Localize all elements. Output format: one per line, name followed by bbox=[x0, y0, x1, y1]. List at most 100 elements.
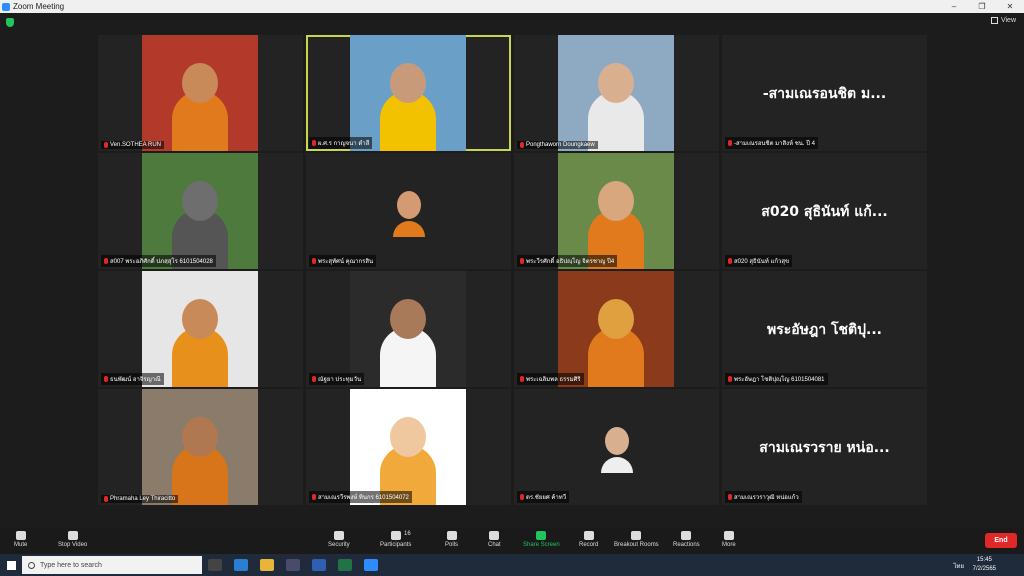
muted-microphone-icon bbox=[312, 494, 316, 500]
muted-microphone-icon bbox=[312, 258, 316, 264]
zoom-taskbar-icon[interactable] bbox=[364, 559, 378, 571]
participant-tile[interactable]: พระเฉลิมพล ธรรมศิริ bbox=[514, 271, 719, 387]
minimize-button[interactable]: – bbox=[940, 0, 968, 13]
participant-head bbox=[598, 299, 634, 339]
polls-label: Polls bbox=[445, 542, 459, 548]
participant-tile[interactable]: Phramaha Ley Thiracitto bbox=[98, 389, 303, 505]
end-meeting-button[interactable]: End bbox=[985, 533, 1017, 548]
more-button[interactable]: More bbox=[722, 531, 736, 548]
breakout-rooms-button[interactable]: Breakout Rooms bbox=[614, 531, 659, 548]
security-button[interactable]: Security bbox=[328, 531, 350, 548]
participant-name: พระสุทัศน์ คุณากรสิน bbox=[318, 259, 374, 265]
participant-video bbox=[350, 35, 466, 151]
participant-name-label: สามเณรวีรพงษ์ ทินกร 6101504072 bbox=[309, 491, 412, 503]
camera-icon bbox=[67, 531, 78, 540]
word-icon[interactable] bbox=[312, 559, 326, 571]
participant-head bbox=[182, 417, 218, 457]
participant-name-label: ส020 สุธินันท์ แก้วสุข bbox=[725, 255, 793, 267]
participant-tile[interactable]: สามเณรวราย หน่อ... สามเณรวราวุฒิ หน่อแก้ว bbox=[722, 389, 927, 505]
record-button[interactable]: Record bbox=[579, 531, 598, 548]
participant-tile[interactable]: ส007 พระอภิศักดิ์ ปภสฺสุโร 6101504028 bbox=[98, 153, 303, 269]
excel-icon[interactable] bbox=[338, 559, 352, 571]
edge-icon[interactable] bbox=[234, 559, 248, 571]
maximize-button[interactable]: ❐ bbox=[968, 0, 996, 13]
participants-label: Participants bbox=[380, 542, 412, 548]
window-title: Zoom Meeting bbox=[13, 2, 65, 11]
share-screen-button[interactable]: Share Screen bbox=[523, 531, 560, 548]
store-icon[interactable] bbox=[286, 559, 300, 571]
polls-button[interactable]: Polls bbox=[445, 531, 458, 548]
task-view-icon[interactable] bbox=[208, 559, 222, 571]
close-button[interactable]: ✕ bbox=[996, 0, 1024, 13]
record-icon bbox=[583, 531, 594, 540]
chat-icon bbox=[489, 531, 500, 540]
participant-head bbox=[390, 417, 426, 457]
muted-microphone-icon bbox=[104, 142, 108, 148]
participants-count: 16 bbox=[404, 531, 411, 537]
participant-name-label: Pongthaworn Doungkaew bbox=[517, 141, 598, 149]
participant-tile[interactable]: Ven.SOTHEA RUN bbox=[98, 35, 303, 151]
muted-microphone-icon bbox=[312, 376, 316, 382]
participant-tile[interactable]: Pongthaworn Doungkaew bbox=[514, 35, 719, 151]
language-indicator[interactable]: ไทย bbox=[954, 561, 965, 571]
reactions-label: Reactions bbox=[673, 542, 700, 548]
participant-tile[interactable]: พระวีรศักดิ์ อธิปญฺโญ จิตรชาญ ปี4 bbox=[514, 153, 719, 269]
search-icon bbox=[28, 561, 35, 569]
participant-head bbox=[598, 181, 634, 221]
view-button[interactable]: View bbox=[990, 17, 1016, 24]
participant-name-label: ส007 พระอภิศักดิ์ ปภสฺสุโร 6101504028 bbox=[101, 255, 216, 267]
participant-name: สามเณรวราวุฒิ หน่อแก้ว bbox=[734, 495, 799, 501]
participant-video bbox=[142, 389, 258, 505]
share-screen-label: Share Screen bbox=[523, 542, 560, 548]
start-button[interactable] bbox=[0, 554, 22, 576]
microphone-icon bbox=[15, 531, 26, 540]
encryption-shield-icon[interactable] bbox=[6, 18, 14, 27]
more-icon bbox=[723, 531, 734, 540]
clock-time: 15:45 bbox=[976, 557, 992, 563]
polls-icon bbox=[446, 531, 457, 540]
more-label: More bbox=[722, 542, 736, 548]
grid-view-icon bbox=[990, 17, 998, 24]
participant-name-label: พระวีรศักดิ์ อธิปญฺโญ จิตรชาญ ปี4 bbox=[517, 255, 618, 267]
participant-name: สามเณรวีรพงษ์ ทินกร 6101504072 bbox=[318, 495, 409, 501]
mute-label: Mute bbox=[14, 542, 28, 548]
participant-tile[interactable]: ผ.ศ.ร กาญจนา ดำสี bbox=[306, 35, 511, 151]
participant-tile[interactable]: -สามเณรอนชิต ม... -สามเณรอนชิต มาสิงห์ ชน… bbox=[722, 35, 927, 151]
participant-name: Ven.SOTHEA RUN bbox=[110, 142, 162, 148]
participant-tile[interactable]: สามเณรวีรพงษ์ ทินกร 6101504072 bbox=[306, 389, 511, 505]
muted-microphone-icon bbox=[104, 496, 108, 502]
participant-name: Pongthaworn Doungkaew bbox=[526, 142, 595, 148]
participant-name-label: ธนพัฒน์ อาจิรญาณี bbox=[101, 373, 164, 385]
muted-microphone-icon bbox=[728, 376, 732, 382]
muted-microphone-icon bbox=[312, 140, 316, 146]
participant-name-label: Phramaha Ley Thiracitto bbox=[101, 495, 179, 503]
participant-video bbox=[142, 153, 258, 269]
participant-tile[interactable]: ดร.ชัยยศ ค้าทวี bbox=[514, 389, 719, 505]
participant-name-label: สามเณรวราวุฒิ หน่อแก้ว bbox=[725, 491, 802, 503]
mute-button[interactable]: Mute bbox=[14, 531, 27, 548]
participant-video bbox=[558, 271, 674, 387]
participant-name: พระอัษฎา โชติปุญฺโญ 6101504081 bbox=[734, 377, 825, 383]
participant-name: พระเฉลิมพล ธรรมศิริ bbox=[526, 377, 581, 383]
participant-head bbox=[182, 299, 218, 339]
reactions-icon bbox=[681, 531, 692, 540]
participant-video bbox=[350, 271, 466, 387]
participant-tile[interactable]: ส020 สุธินันท์ แก้... ส020 สุธินันท์ แก้ว… bbox=[722, 153, 927, 269]
participant-tile[interactable]: ณัฐยา ประทุมวัน bbox=[306, 271, 511, 387]
participant-name: -สามเณรอนชิต มาสิงห์ ชน. ปี 4 bbox=[734, 141, 816, 147]
windows-taskbar: Type here to search ไทย 15:45 7/2/2565 bbox=[0, 554, 1024, 576]
participant-name-label: ณัฐยา ประทุมวัน bbox=[309, 373, 365, 385]
clock[interactable]: 15:45 7/2/2565 bbox=[973, 556, 996, 574]
chat-button[interactable]: Chat bbox=[488, 531, 501, 548]
participant-tile[interactable]: พระสุทัศน์ คุณากรสิน bbox=[306, 153, 511, 269]
meeting-area: View Ven.SOTHEA RUN ผ.ศ.ร กาญจนา ดำสี Pong… bbox=[0, 13, 1024, 528]
participant-tile[interactable]: ธนพัฒน์ อาจิรญาณี bbox=[98, 271, 303, 387]
file-explorer-icon[interactable] bbox=[260, 559, 274, 571]
participant-tile[interactable]: พระอัษฎา โชติปุ... พระอัษฎา โชติปุญฺโญ 61… bbox=[722, 271, 927, 387]
participant-name-label: Ven.SOTHEA RUN bbox=[101, 141, 165, 149]
stop-video-button[interactable]: Stop Video bbox=[58, 531, 87, 548]
taskbar-search[interactable]: Type here to search bbox=[22, 556, 202, 574]
record-label: Record bbox=[579, 542, 599, 548]
reactions-button[interactable]: Reactions bbox=[673, 531, 700, 548]
share-screen-icon bbox=[536, 531, 547, 540]
